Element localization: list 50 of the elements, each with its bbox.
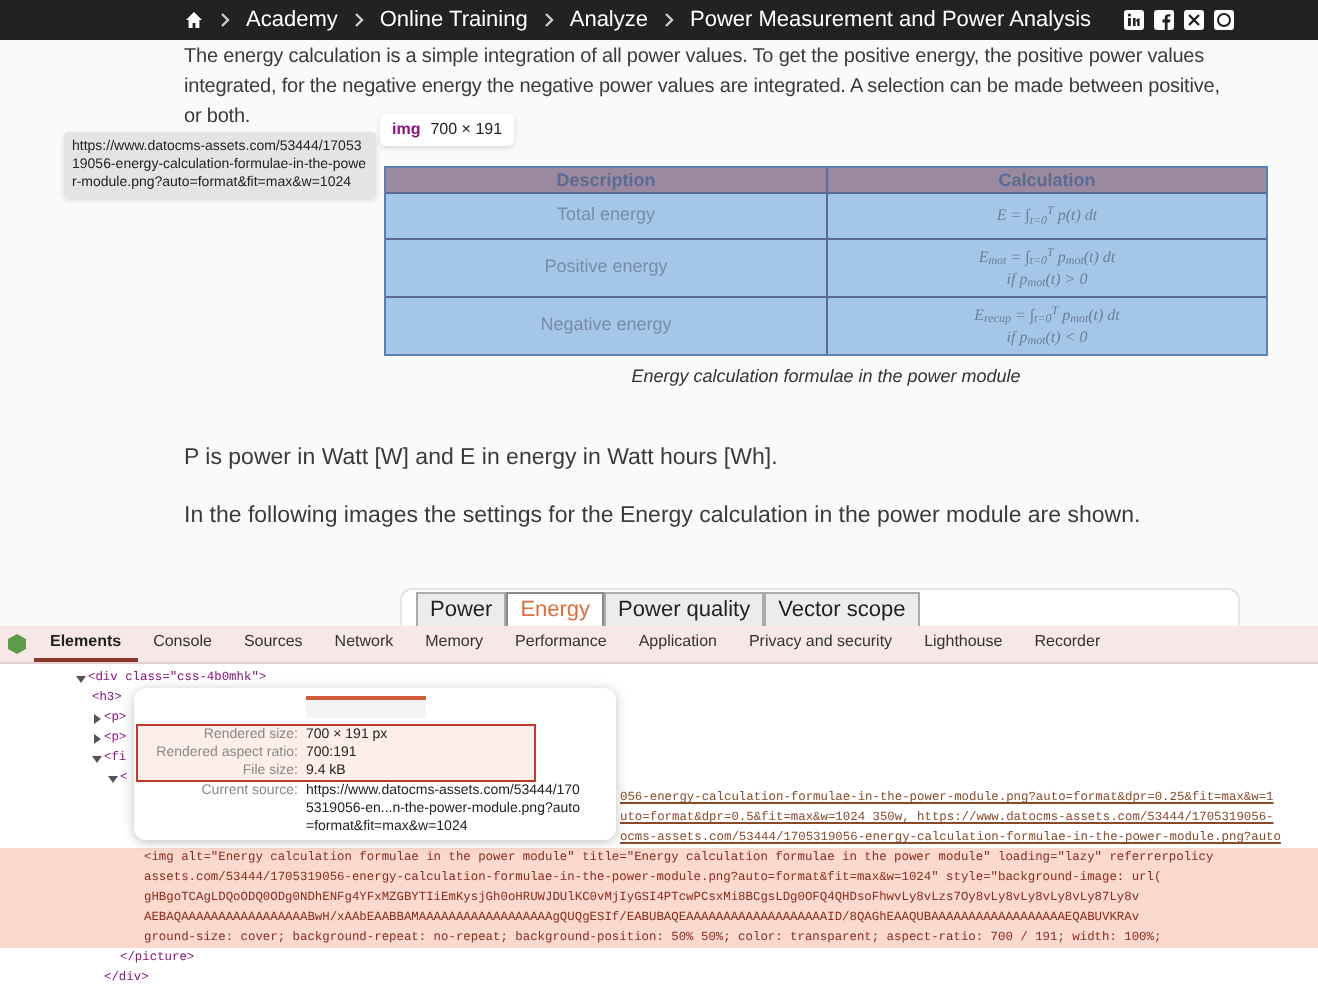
devtools-tab[interactable]: Network bbox=[318, 626, 410, 662]
formula: E$_{mot}$ = ∫$_{t=0}$$^{T}$ p$_{mot}$(t) dt bbox=[978, 245, 1116, 267]
chevron-icon[interactable] bbox=[220, 12, 230, 28]
settings-tab[interactable]: Power bbox=[416, 592, 507, 626]
breadcrumb-link[interactable]: Power Measurement and Power Analysis bbox=[690, 3, 1092, 37]
paragraph-line: or both. bbox=[184, 104, 251, 132]
formula: E$_{recup}$ = ∫$_{t=0}$$^{T}$ p$_{mot}$(t) dt bbox=[974, 303, 1120, 325]
paragraph: In the following images the settings for the Energy calculation in the power module are shown. bbox=[184, 502, 1143, 533]
disclosure-triangle-icon[interactable] bbox=[92, 713, 102, 723]
linkedin-icon[interactable] bbox=[1123, 10, 1144, 30]
thumbnail-drawing bbox=[306, 696, 426, 718]
tag-name: img bbox=[392, 118, 421, 142]
devtools-tab[interactable]: Recorder bbox=[1018, 626, 1117, 662]
devtools-tab[interactable]: Sources bbox=[227, 626, 319, 662]
column-header: Calculation bbox=[826, 168, 1266, 195]
facebook-icon[interactable] bbox=[1153, 10, 1174, 30]
settings-tab[interactable]: Power quality bbox=[604, 592, 765, 626]
devtools-tab[interactable]: Application bbox=[622, 626, 733, 662]
table-cell-text: Positive energy bbox=[542, 253, 670, 280]
paragraph: P is power in Watt [W] and E in energy in Watt hours [Wh]. bbox=[184, 444, 780, 474]
chevron-icon[interactable] bbox=[543, 12, 554, 28]
devtools-tab[interactable]: Performance bbox=[499, 626, 623, 662]
x-icon[interactable] bbox=[1183, 10, 1204, 30]
paragraph-line: The energy calculation is a simple integration of all power values. To get the positive energy, the positive power values bbox=[184, 44, 1205, 72]
table-cell-text: Total energy bbox=[554, 202, 658, 228]
breadcrumb-link[interactable]: Analyze bbox=[569, 3, 648, 37]
breadcrumb-link[interactable]: Online Training bbox=[379, 3, 528, 37]
image-size: 700 × 191 bbox=[430, 118, 503, 142]
disclosure-triangle-icon[interactable] bbox=[76, 673, 86, 683]
formula: E = ∫$_{t=0}$$^{T}$ p(t) dt bbox=[996, 204, 1098, 227]
devtools-tab[interactable]: Memory bbox=[409, 626, 500, 662]
chevron-icon[interactable] bbox=[664, 12, 674, 28]
devtools-tab[interactable]: Console bbox=[137, 626, 228, 662]
formula: if p$_{mot}$(t) > 0 bbox=[1006, 267, 1088, 289]
home-icon[interactable] bbox=[184, 10, 204, 30]
disclosure-triangle-icon[interactable] bbox=[92, 753, 102, 763]
disclosure-triangle-icon[interactable] bbox=[108, 773, 118, 783]
formula: if p$_{mot}$(t) < 0 bbox=[1006, 325, 1088, 347]
column-header: Description bbox=[554, 168, 658, 194]
paragraph-line: integrated, for the negative energy the negative power values are integrated. A selection can be made between positive, bbox=[184, 74, 1220, 102]
devtools-tab[interactable]: Lighthouse bbox=[908, 626, 1019, 662]
table-cell-text: Negative energy bbox=[538, 311, 674, 338]
whatsapp-icon[interactable] bbox=[1213, 10, 1234, 30]
settings-tab[interactable]: Vector scope bbox=[764, 592, 920, 626]
devtools-tab[interactable]: Privacy and security bbox=[732, 626, 909, 662]
disclosure-triangle-icon[interactable] bbox=[92, 733, 102, 743]
breadcrumb-link[interactable]: Academy bbox=[246, 3, 338, 37]
image-caption: Energy calculation formulae in the power module bbox=[629, 363, 1023, 390]
chevron-icon[interactable] bbox=[353, 12, 364, 28]
devtools-tab[interactable]: Elements bbox=[34, 626, 138, 662]
